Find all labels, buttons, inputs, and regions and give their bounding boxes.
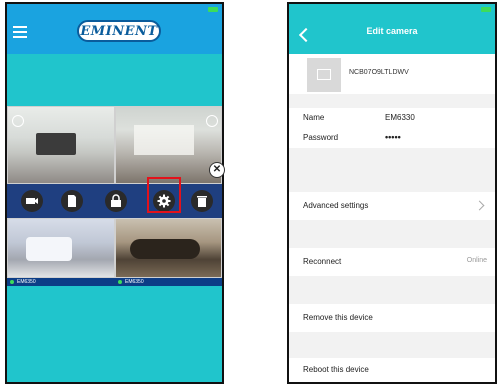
sd-card-icon[interactable] xyxy=(61,190,83,212)
reboot-device-row[interactable]: Reboot this device xyxy=(289,358,495,382)
page-title: Edit camera xyxy=(366,26,418,36)
camera-feed-3[interactable] xyxy=(7,218,115,278)
trash-icon[interactable] xyxy=(191,190,213,212)
remove-device-row[interactable]: Remove this device xyxy=(289,304,495,332)
camera-action-bar xyxy=(7,184,222,218)
advanced-settings-row[interactable]: Advanced settings xyxy=(289,192,495,220)
camera-scene xyxy=(36,133,76,155)
device-info-row: NCB07O9LTLDWV xyxy=(289,54,495,94)
device-id: NCB07O9LTLDWV xyxy=(349,69,409,76)
left-phone-screen: EMINENT ✕ EM6350 EM6350 xyxy=(5,2,225,384)
feed-status-icon xyxy=(206,115,218,127)
camera-feed-1[interactable] xyxy=(7,106,115,184)
online-dot-icon xyxy=(10,280,14,284)
background-area xyxy=(7,54,222,106)
right-phone-screen: Edit camera NCB07O9LTLDWV Name EM6330 Pa… xyxy=(287,2,497,384)
remove-device-label: Remove this device xyxy=(303,313,373,322)
name-field-row[interactable]: Name EM6330 xyxy=(289,108,495,128)
connection-status: Online xyxy=(466,257,487,264)
image-placeholder-icon xyxy=(317,69,331,80)
settings-highlight-box xyxy=(147,177,181,213)
camera-label-4: EM6350 xyxy=(115,278,222,286)
edit-camera-header: Edit camera xyxy=(289,4,495,54)
advanced-settings-label: Advanced settings xyxy=(303,201,369,210)
device-thumbnail xyxy=(307,58,341,92)
battery-indicator xyxy=(481,7,491,12)
background-area xyxy=(7,286,222,382)
app-header: EMINENT xyxy=(7,4,222,54)
password-value[interactable]: ••••• xyxy=(385,132,401,142)
battery-indicator xyxy=(208,7,218,12)
name-label: Name xyxy=(303,113,325,122)
camera-scene xyxy=(26,237,72,261)
lock-icon[interactable] xyxy=(105,190,127,212)
camera-scene xyxy=(130,239,200,259)
feed-status-icon xyxy=(12,115,24,127)
camera-label-text: EM6350 xyxy=(17,279,36,285)
chevron-right-icon xyxy=(474,200,485,211)
reboot-device-label: Reboot this device xyxy=(303,365,369,374)
camera-scene xyxy=(134,125,194,155)
camera-label-text: EM6350 xyxy=(125,279,144,285)
close-icon[interactable]: ✕ xyxy=(209,162,225,178)
camera-feed-4[interactable] xyxy=(115,218,222,278)
menu-icon[interactable] xyxy=(13,26,27,38)
name-value[interactable]: EM6330 xyxy=(385,113,415,122)
camera-label-3: EM6350 xyxy=(7,278,115,286)
camera-icon[interactable] xyxy=(21,190,43,212)
reconnect-label: Reconnect xyxy=(303,257,342,266)
camera-feed-2[interactable] xyxy=(115,106,222,184)
online-dot-icon xyxy=(118,280,122,284)
password-label: Password xyxy=(303,133,339,142)
logo-text: EMINENT xyxy=(80,24,158,39)
eminent-logo: EMINENT xyxy=(77,20,161,42)
password-field-row[interactable]: Password ••••• xyxy=(289,128,495,148)
reconnect-row[interactable]: Reconnect Online xyxy=(289,248,495,276)
